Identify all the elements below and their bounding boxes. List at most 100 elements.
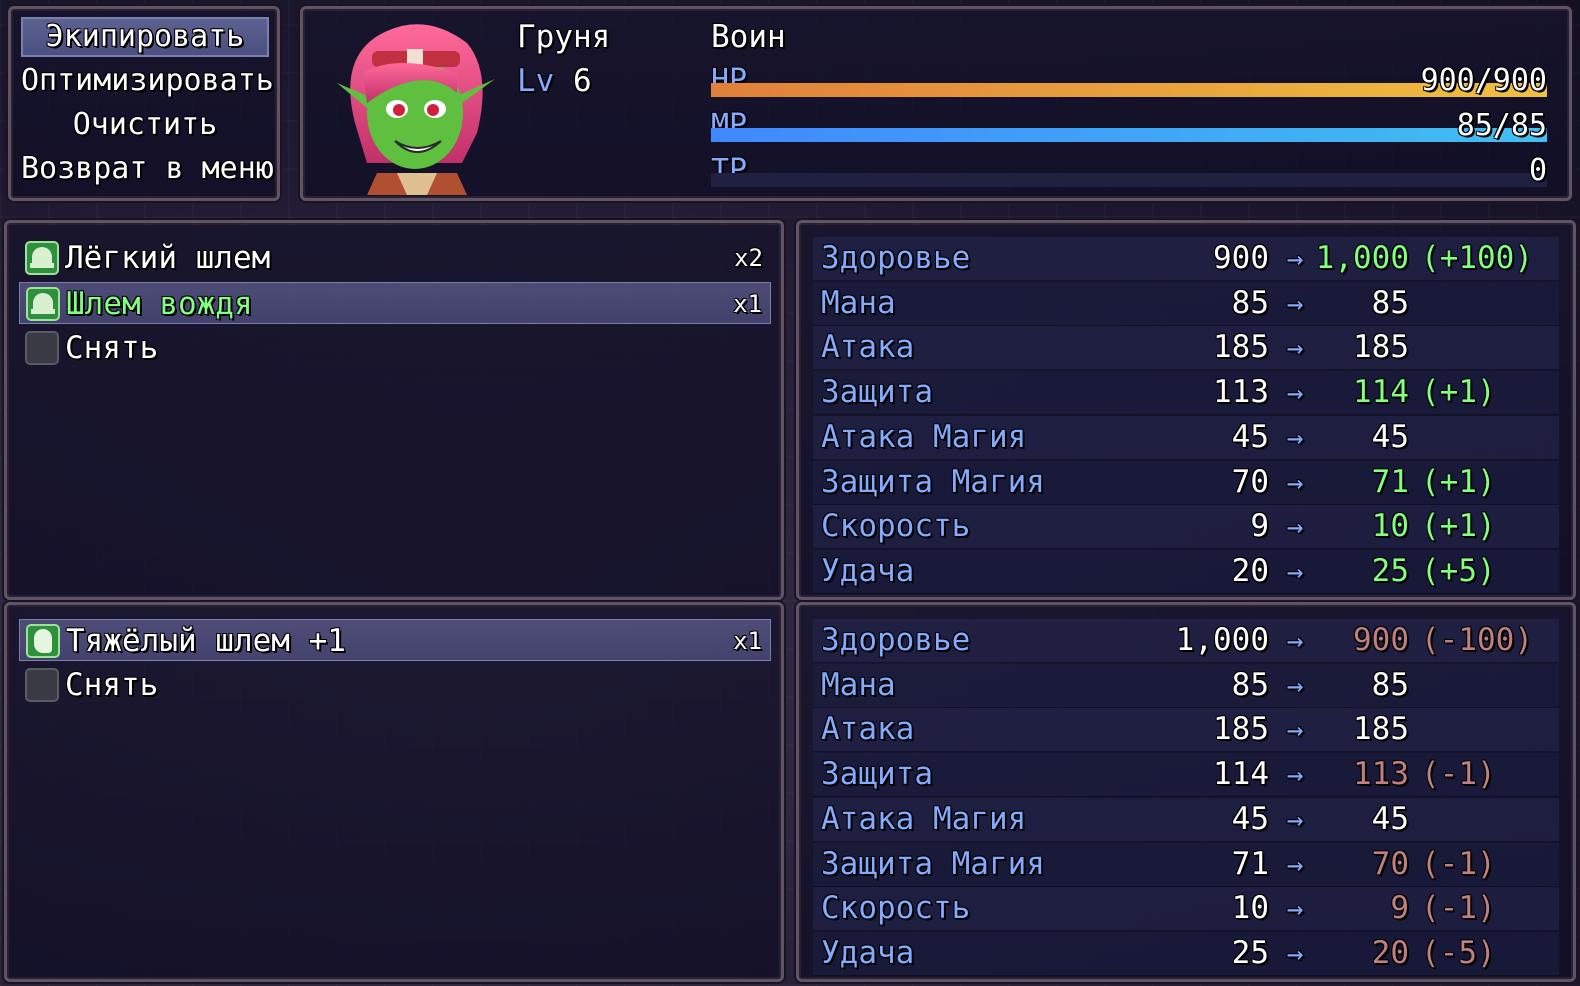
param-new: 20 [1371, 934, 1409, 971]
tp-value: 0 [1528, 153, 1547, 188]
equip-item-list-2: Тяжёлый шлем +1 x1 Снять [4, 602, 784, 982]
mp-value: 85/85 [1456, 108, 1547, 143]
light-helmet-icon [25, 241, 59, 275]
item-name: Снять [65, 667, 159, 703]
command-window: Экипировать Оптимизировать Очистить Возв… [8, 6, 280, 201]
empty-slot-icon [25, 331, 59, 365]
param-current: 45 [1231, 418, 1269, 455]
param-diff: (+5) [1421, 552, 1496, 589]
param-name: Здоровье [821, 240, 971, 276]
param-row: Защита 114 → 113 (-1) [813, 753, 1559, 798]
list-item-selected[interactable]: Тяжёлый шлем +1 x1 [19, 619, 771, 661]
param-row: Скорость 9 → 10 (+1) [813, 505, 1559, 550]
arrow-icon: → [1286, 331, 1304, 365]
list-item[interactable]: Лёгкий шлем x2 [19, 237, 771, 279]
list-item-selected[interactable]: Шлем вождя x1 [19, 282, 771, 324]
param-name: Атака [821, 329, 915, 366]
param-name: Защита Магия [821, 463, 1045, 500]
param-new: 114 [1353, 374, 1409, 411]
param-name: Защита [821, 374, 933, 411]
item-count: x1 [733, 627, 762, 655]
param-name: Мана [821, 284, 896, 321]
param-current: 71 [1231, 845, 1269, 882]
actor-level: Lv 6 [517, 63, 592, 99]
param-row: Атака 185 → 185 [813, 708, 1559, 753]
arrow-icon: → [1286, 242, 1304, 275]
command-return-to-menu[interactable]: Возврат в меню [21, 149, 274, 189]
list-item[interactable]: Снять [19, 664, 771, 706]
param-new: 185 [1353, 329, 1409, 366]
param-row: Здоровье 1,000 → 900 (-100) [813, 619, 1559, 663]
param-current: 20 [1231, 552, 1269, 589]
hp-value: 900/900 [1420, 63, 1547, 98]
list-item[interactable]: Снять [19, 327, 771, 369]
param-new: 10 [1371, 508, 1409, 545]
param-current: 185 [1213, 711, 1269, 748]
param-name: Скорость [821, 890, 971, 927]
empty-slot-icon [25, 668, 59, 702]
param-diff: (+1) [1421, 508, 1496, 545]
param-current: 85 [1231, 284, 1269, 321]
param-diff: (+1) [1421, 374, 1496, 411]
param-name: Защита Магия [821, 845, 1045, 882]
param-current: 70 [1231, 463, 1269, 500]
arrow-icon: → [1286, 936, 1304, 970]
item-name: Шлем вождя [66, 286, 253, 322]
arrow-icon: → [1286, 510, 1304, 544]
actor-face-portrait [337, 24, 495, 195]
arrow-icon: → [1286, 624, 1304, 657]
param-name: Защита [821, 756, 933, 793]
param-diff: (-1) [1421, 845, 1496, 882]
param-current: 185 [1213, 329, 1269, 366]
param-row: Атака Магия 45 → 45 [813, 415, 1559, 460]
command-clear[interactable]: Очистить [21, 105, 269, 145]
param-row: Удача 25 → 20 (-5) [813, 931, 1559, 976]
arrow-icon: → [1286, 554, 1304, 588]
param-name: Атака Магия [821, 800, 1027, 837]
param-current: 114 [1213, 756, 1269, 793]
arrow-icon: → [1286, 758, 1304, 792]
param-name: Атака [821, 711, 915, 748]
arrow-icon: → [1286, 892, 1304, 926]
param-current: 113 [1213, 374, 1269, 411]
param-diff: (-1) [1421, 890, 1496, 927]
param-new: 25 [1371, 552, 1409, 589]
item-count: x2 [734, 244, 763, 272]
command-equip[interactable]: Экипировать [21, 17, 269, 57]
param-current: 10 [1231, 890, 1269, 927]
param-row: Защита Магия 70 → 71 (+1) [813, 460, 1559, 505]
item-name: Лёгкий шлем [65, 240, 271, 276]
arrow-icon: → [1286, 286, 1304, 320]
actor-status-window: Груня Lv 6 Воин HP 900/900 MP 85/85 TP 0 [300, 6, 1572, 201]
command-optimize[interactable]: Оптимизировать [21, 61, 274, 101]
param-name: Удача [821, 552, 915, 589]
param-row: Защита 113 → 114 (+1) [813, 371, 1559, 416]
param-row: Мана 85 → 85 [813, 663, 1559, 708]
param-row: Атака 185 → 185 [813, 326, 1559, 371]
param-compare-window-2: Здоровье 1,000 → 900 (-100) Мана 85 → 85 Атака 185… [796, 602, 1576, 982]
arrow-icon: → [1286, 420, 1304, 454]
arrow-icon: → [1286, 713, 1304, 747]
item-count: x1 [733, 290, 762, 318]
heavy-helmet-icon [26, 624, 60, 658]
actor-class: Воин [711, 19, 786, 55]
param-name: Скорость [821, 508, 971, 545]
item-name: Снять [65, 330, 159, 366]
param-new: 85 [1371, 666, 1409, 703]
param-row: Здоровье 900 → 1,000 (+100) [813, 237, 1559, 281]
arrow-icon: → [1286, 465, 1304, 499]
param-diff: (-1) [1421, 756, 1496, 793]
param-current: 85 [1231, 666, 1269, 703]
param-name: Мана [821, 666, 896, 703]
chief-helmet-icon [26, 287, 60, 321]
arrow-icon: → [1286, 802, 1304, 836]
param-current: 9 [1250, 508, 1269, 545]
actor-name: Груня [517, 19, 611, 55]
param-row: Скорость 10 → 9 (-1) [813, 887, 1559, 932]
param-name: Атака Магия [821, 418, 1027, 455]
param-current: 45 [1231, 800, 1269, 837]
equip-item-list-1: Лёгкий шлем x2 Шлем вождя x1 Снять [4, 220, 784, 600]
level-label: Lv [517, 63, 555, 99]
param-new: 9 [1390, 890, 1409, 927]
param-row: Атака Магия 45 → 45 [813, 797, 1559, 842]
